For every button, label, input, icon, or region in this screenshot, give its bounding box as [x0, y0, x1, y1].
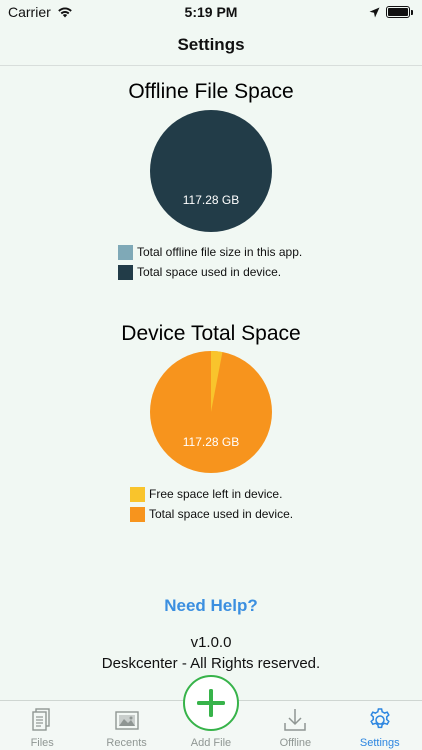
download-icon — [284, 709, 307, 731]
tab-add-file[interactable]: Add File — [169, 675, 253, 749]
nav-bar: Settings — [0, 24, 422, 66]
device-pie-value-label: 117.28 GB — [183, 435, 239, 449]
tab-settings[interactable]: Settings — [338, 701, 422, 749]
device-space-pie-chart: 117.28 GB — [150, 351, 272, 473]
tab-offline[interactable]: Offline — [253, 701, 337, 749]
gear-icon — [369, 708, 390, 729]
tab-label: Add File — [190, 737, 232, 749]
legend-item: Total space used in device. — [118, 264, 302, 280]
copyright-text: Deskcenter - All Rights reserved. — [101, 655, 321, 672]
wifi-icon — [57, 7, 72, 18]
legend-swatch-free-space — [130, 486, 145, 502]
legend-label: Total offline file size in this app. — [137, 245, 303, 259]
offline-pie-value-label: 117.28 GB — [183, 193, 239, 207]
offline-space-title: Offline File Space — [128, 80, 294, 103]
tab-recents[interactable]: Recents — [85, 701, 169, 749]
plus-icon — [196, 689, 225, 717]
offline-space-pie-chart: 117.28 GB — [150, 110, 272, 232]
legend-item: Total offline file size in this app. — [118, 244, 302, 260]
device-space-title: Device Total Space — [121, 322, 301, 345]
legend-swatch-device-used — [118, 264, 133, 280]
tab-label: Files — [30, 737, 54, 749]
tab-label: Offline — [279, 737, 312, 749]
device-space-legend: Free space left in device. Total space u… — [130, 486, 293, 522]
pie-slice-device-used — [150, 110, 272, 232]
location-arrow-icon — [369, 7, 380, 17]
tab-label: Recents — [106, 737, 147, 749]
recents-icon — [114, 711, 139, 730]
legend-swatch-device-used — [130, 506, 145, 522]
add-file-button[interactable] — [182, 675, 239, 731]
legend-item: Total space used in device. — [130, 506, 293, 522]
status-left: Carrier — [8, 4, 73, 20]
offline-space-legend: Total offline file size in this app. Tot… — [118, 244, 302, 280]
status-bar: Carrier 5:19 PM — [0, 0, 422, 24]
tab-files[interactable]: Files — [0, 701, 84, 749]
carrier-label: Carrier — [8, 4, 51, 20]
legend-label: Total space used in device. — [149, 507, 294, 521]
status-right — [369, 6, 413, 18]
battery-icon — [386, 6, 413, 18]
legend-swatch-offline-size — [118, 244, 133, 260]
legend-label: Free space left in device. — [149, 487, 283, 501]
legend-item: Free space left in device. — [130, 486, 293, 502]
legend-label: Total space used in device. — [137, 265, 282, 279]
need-help-link[interactable]: Need Help? — [0, 596, 422, 616]
tab-bar: Files Recents Add File Offline Settings — [0, 675, 422, 750]
page-title: Settings — [177, 34, 245, 54]
files-icon — [32, 708, 50, 731]
app-version: v1.0.0 — [190, 634, 232, 651]
tab-label: Settings — [359, 737, 400, 749]
